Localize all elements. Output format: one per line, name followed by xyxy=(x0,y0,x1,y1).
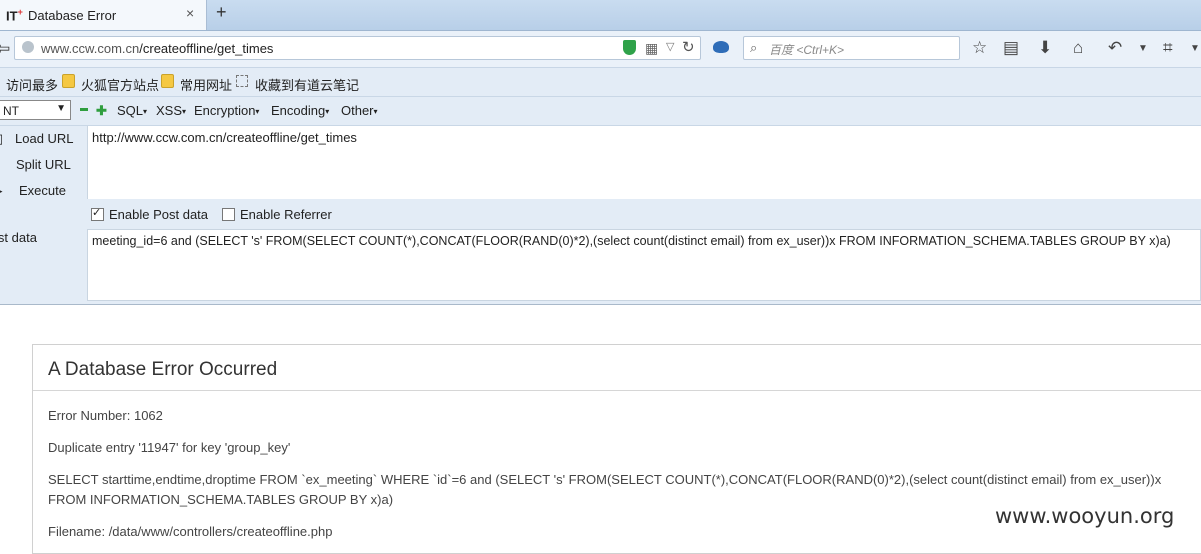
divider xyxy=(33,390,1201,391)
tab-close-icon[interactable]: × xyxy=(186,5,194,21)
url-path: /createoffline/get_times xyxy=(139,41,274,56)
tab-database-error[interactable]: IT+ Database Error × xyxy=(0,0,207,30)
new-tab-button[interactable]: + xyxy=(216,2,227,23)
hackbar-panel: ▯ Load URL Split URL ▸ Execute http://ww… xyxy=(0,126,1201,305)
download-icon[interactable]: ⬇ xyxy=(1038,38,1052,58)
bookmarks-bar: 访问最多 火狐官方站点 常用网址 收藏到有道云笔记 xyxy=(0,68,1201,97)
undo-icon[interactable]: ↶ xyxy=(1108,38,1122,58)
folder-icon xyxy=(62,74,75,88)
bookmark-firefox-sites[interactable]: 火狐官方站点 xyxy=(81,75,159,94)
more-icon[interactable]: ▼ xyxy=(1190,43,1200,54)
error-heading: A Database Error Occurred xyxy=(48,359,278,380)
youdao-note-icon xyxy=(236,75,248,87)
folder-icon xyxy=(161,74,174,88)
menu-encryption[interactable]: Encryption▾ xyxy=(194,103,259,118)
search-placeholder: 百度 <Ctrl+K> xyxy=(769,43,845,57)
hackbar-select[interactable]: NT ▼ xyxy=(0,100,71,120)
hackbar-select-value: NT xyxy=(3,104,19,118)
enable-post-checkbox[interactable]: Enable Post data xyxy=(91,206,208,222)
tab-strip: IT+ Database Error × + xyxy=(0,0,1201,31)
hackbar-toolbar: NT ▼ ✚ SQL▾ XSS▾ Encryption▾ Encoding▾ O… xyxy=(0,97,1201,126)
menu-encoding[interactable]: Encoding▾ xyxy=(271,103,329,118)
minus-icon[interactable] xyxy=(80,108,88,111)
menu-xss[interactable]: XSS▾ xyxy=(156,103,186,118)
menu-other[interactable]: Other▾ xyxy=(341,103,378,118)
search-icon: ⌕ xyxy=(750,40,758,55)
dropdown-icon[interactable]: ▼ xyxy=(1138,43,1148,54)
bookmark-youdao-note[interactable]: 收藏到有道云笔记 xyxy=(255,75,359,94)
hackbar-url-textarea[interactable]: http://www.ccw.com.cn/createoffline/get_… xyxy=(87,126,1201,199)
crop-icon[interactable]: ⌗ xyxy=(1163,38,1173,58)
hackbar-url-value: http://www.ccw.com.cn/createoffline/get_… xyxy=(92,130,357,145)
url-history-dropdown-icon[interactable]: ▽ xyxy=(666,40,674,53)
split-url-button[interactable]: Split URL xyxy=(16,157,71,172)
error-message: Duplicate entry '11947' for key 'group_k… xyxy=(48,440,291,455)
address-url[interactable]: www.ccw.com.cn/createoffline/get_times xyxy=(41,41,273,56)
watermark: www.wooyun.org xyxy=(995,504,1175,528)
bookmark-most-visited[interactable]: 访问最多 xyxy=(6,75,58,94)
home-icon[interactable]: ⌂ xyxy=(1073,38,1083,58)
bookmark-common-sites[interactable]: 常用网址 xyxy=(180,75,232,94)
tab-title: Database Error xyxy=(28,8,117,23)
site-favicon-icon: IT+ xyxy=(6,7,23,24)
back-button[interactable]: ⇦ xyxy=(0,39,10,59)
search-input[interactable]: ⌕ 百度 <Ctrl+K> xyxy=(743,36,960,60)
post-data-label: Post data xyxy=(0,230,37,245)
reading-list-icon[interactable]: ▤ xyxy=(1003,38,1019,58)
star-icon[interactable]: ☆ xyxy=(972,38,987,58)
reload-icon[interactable]: ↻ xyxy=(682,38,695,56)
address-bar[interactable]: www.ccw.com.cn/createoffline/get_times ▦… xyxy=(14,36,701,60)
error-number: Error Number: 1062 xyxy=(48,408,163,423)
url-host: www.ccw.com.cn xyxy=(41,41,140,56)
checkbox-unchecked-icon[interactable] xyxy=(222,208,235,221)
chevron-down-icon: ▼ xyxy=(56,103,66,114)
security-shield-icon[interactable] xyxy=(623,40,636,55)
load-url-icon[interactable]: ▯ xyxy=(0,131,3,147)
post-data-textarea[interactable]: meeting_id=6 and (SELECT 's' FROM(SELECT… xyxy=(87,229,1201,301)
enable-referrer-checkbox[interactable]: Enable Referrer xyxy=(222,207,332,222)
globe-icon xyxy=(22,41,34,53)
plus-icon[interactable]: ✚ xyxy=(96,103,107,119)
execute-icon[interactable]: ▸ xyxy=(0,183,3,199)
navigation-bar: ⇦ www.ccw.com.cn/createoffline/get_times… xyxy=(0,31,1201,68)
post-data-value: meeting_id=6 and (SELECT 's' FROM(SELECT… xyxy=(92,234,1171,248)
qr-code-icon[interactable]: ▦ xyxy=(645,40,658,57)
checkbox-checked-icon[interactable] xyxy=(91,206,104,221)
execute-button[interactable]: Execute xyxy=(19,183,66,198)
load-url-button[interactable]: Load URL xyxy=(15,131,74,146)
menu-sql[interactable]: SQL▾ xyxy=(117,103,147,118)
addon-bird-icon[interactable] xyxy=(713,41,729,53)
